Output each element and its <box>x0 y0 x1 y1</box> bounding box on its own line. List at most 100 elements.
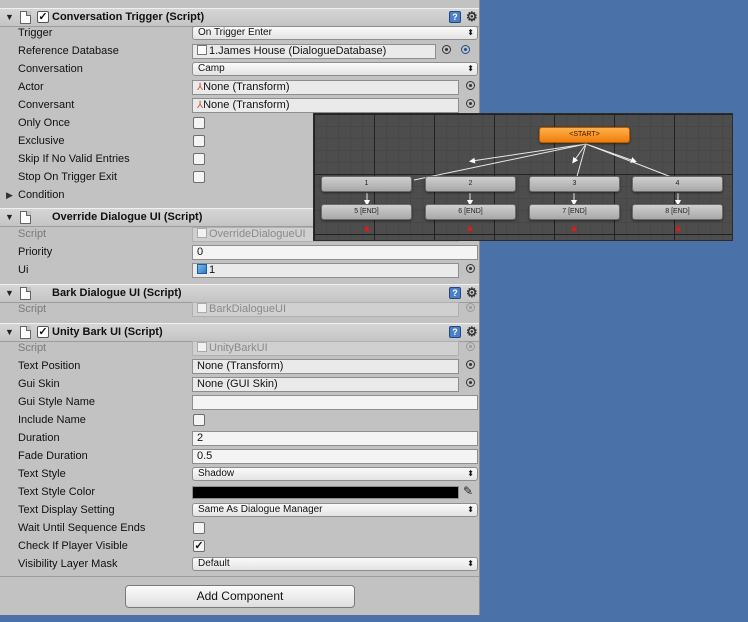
priority-row: Priority 0 <box>0 244 479 262</box>
wait-until-sequence-ends-checkbox[interactable] <box>193 522 205 534</box>
object-picker-icon[interactable] <box>466 360 475 369</box>
fold-arrow-icon[interactable]: ▼ <box>5 288 14 298</box>
expand-arrow-icon[interactable]: ▶ <box>6 190 13 201</box>
check-if-player-visible-checkbox[interactable]: ✓ <box>193 540 205 552</box>
graph-end-node[interactable]: 8 [END] <box>632 204 723 220</box>
text-style-color-swatch[interactable] <box>192 486 459 499</box>
fold-arrow-icon[interactable]: ▼ <box>5 12 14 22</box>
conversant-value: None (Transform) <box>203 99 290 111</box>
object-picker-icon[interactable] <box>466 99 475 108</box>
fold-arrow-icon[interactable]: ▼ <box>5 327 14 337</box>
reference-database-label: Reference Database <box>18 45 119 57</box>
object-picker-icon <box>466 342 475 351</box>
gui-style-name-input[interactable] <box>192 395 478 410</box>
duration-label: Duration <box>18 432 60 444</box>
bark-script-row: Script BarkDialogueUI <box>0 301 479 319</box>
dropdown-arrows-icon: ⬍ <box>467 64 474 73</box>
graph-node[interactable]: 4 <box>632 176 723 192</box>
duration-input[interactable]: 2 <box>192 431 478 446</box>
dialogue-graph-canvas[interactable]: <START> 1 2 3 4 5 [END] 6 [END] 7 [END] … <box>313 113 733 241</box>
fold-arrow-icon[interactable]: ▼ <box>5 212 14 222</box>
add-component-button[interactable]: Add Component <box>125 585 355 608</box>
object-picker-icon <box>466 303 475 312</box>
condition-label: Condition <box>18 189 65 201</box>
unity-bark-script-row: Script UnityBarkUI <box>0 340 479 358</box>
help-book-icon[interactable]: ? <box>449 326 461 338</box>
component-title: Conversation Trigger (Script) <box>52 11 205 23</box>
script-file-icon <box>20 211 31 224</box>
graph-node[interactable]: 1 <box>321 176 412 192</box>
component-title: Unity Bark UI (Script) <box>52 326 163 338</box>
actor-field[interactable]: ⅄None (Transform) <box>192 80 459 95</box>
ui-label: Ui <box>18 264 29 276</box>
database-asset-icon <box>197 45 207 55</box>
only-once-checkbox[interactable] <box>193 117 205 129</box>
text-style-dropdown[interactable]: Shadow ⬍ <box>192 467 478 481</box>
object-picker-icon[interactable] <box>442 45 451 54</box>
help-book-icon[interactable]: ? <box>449 287 461 299</box>
graph-start-node[interactable]: <START> <box>539 127 630 143</box>
conversant-field[interactable]: ⅄None (Transform) <box>192 98 459 113</box>
eyedropper-icon[interactable]: ✎ <box>463 484 473 498</box>
gear-icon[interactable]: ⚙ <box>466 324 478 340</box>
include-name-row: Include Name <box>0 412 479 430</box>
stop-on-trigger-exit-checkbox[interactable] <box>193 171 205 183</box>
ui-row: Ui 1 <box>0 262 479 280</box>
priority-input[interactable]: 0 <box>192 245 478 260</box>
graph-node[interactable]: 2 <box>425 176 516 192</box>
gui-skin-field[interactable]: None (GUI Skin) <box>192 377 459 392</box>
text-position-label: Text Position <box>18 360 81 372</box>
wait-until-sequence-ends-label: Wait Until Sequence Ends <box>18 522 146 534</box>
script-file-icon <box>197 228 207 238</box>
reference-database-field[interactable]: 1.James House (DialogueDatabase) <box>192 44 436 59</box>
visibility-layer-mask-value: Default <box>198 558 230 569</box>
only-once-label: Only Once <box>18 117 70 129</box>
script-label: Script <box>18 228 47 240</box>
priority-label: Priority <box>18 246 53 258</box>
end-marker-icon <box>571 225 577 231</box>
visibility-layer-mask-label: Visibility Layer Mask <box>18 558 118 570</box>
conversation-dropdown[interactable]: Camp ⬍ <box>192 62 478 76</box>
component-title: Override Dialogue UI (Script) <box>52 211 203 223</box>
text-display-setting-row: Text Display Setting Same As Dialogue Ma… <box>0 502 479 520</box>
stop-on-trigger-exit-label: Stop On Trigger Exit <box>18 171 118 183</box>
trigger-label: Trigger <box>18 27 53 39</box>
fade-duration-row: Fade Duration 0.5 <box>0 448 479 466</box>
graph-link <box>413 143 587 181</box>
visibility-layer-mask-dropdown[interactable]: Default ⬍ <box>192 557 478 571</box>
graph-end-node[interactable]: 5 [END] <box>321 204 412 220</box>
gear-icon[interactable]: ⚙ <box>466 285 478 301</box>
skip-if-no-valid-entries-checkbox[interactable] <box>193 153 205 165</box>
unity-bark-ui-enable-checkbox[interactable]: ✓ <box>37 326 49 338</box>
check-if-player-visible-row: Check If Player Visible ✓ <box>0 538 479 556</box>
gui-style-name-label: Gui Style Name <box>18 396 96 408</box>
gear-icon[interactable]: ⚙ <box>466 9 478 25</box>
trigger-value: On Trigger Enter <box>198 27 272 38</box>
conversation-label: Conversation <box>18 63 83 75</box>
graph-end-node[interactable]: 7 [END] <box>529 204 620 220</box>
object-picker-icon[interactable] <box>466 264 475 273</box>
include-name-label: Include Name <box>18 414 86 426</box>
graph-node[interactable]: 3 <box>529 176 620 192</box>
conversation-trigger-enable-checkbox[interactable]: ✓ <box>37 11 49 23</box>
exclusive-checkbox[interactable] <box>193 135 205 147</box>
help-book-icon[interactable]: ? <box>449 11 461 23</box>
object-picker-icon[interactable] <box>461 45 470 54</box>
dropdown-arrows-icon: ⬍ <box>467 559 474 568</box>
trigger-dropdown[interactable]: On Trigger Enter ⬍ <box>192 26 478 40</box>
divider <box>0 576 479 577</box>
text-position-field[interactable]: None (Transform) <box>192 359 459 374</box>
graph-end-node[interactable]: 6 [END] <box>425 204 516 220</box>
fade-duration-input[interactable]: 0.5 <box>192 449 478 464</box>
include-name-checkbox[interactable] <box>193 414 205 426</box>
text-display-setting-dropdown[interactable]: Same As Dialogue Manager ⬍ <box>192 503 478 517</box>
object-picker-icon[interactable] <box>466 81 475 90</box>
ui-value: 1 <box>209 264 216 276</box>
ui-field[interactable]: 1 <box>192 263 459 278</box>
script-file-icon <box>20 326 31 339</box>
trigger-row: Trigger On Trigger Enter ⬍ <box>0 25 479 43</box>
object-picker-icon[interactable] <box>466 378 475 387</box>
script-field: BarkDialogueUI <box>192 302 459 317</box>
gui-skin-row: Gui Skin None (GUI Skin) <box>0 376 479 394</box>
inspector-panel: ▼ ✓ Conversation Trigger (Script) ? ⚙ Tr… <box>0 0 480 615</box>
